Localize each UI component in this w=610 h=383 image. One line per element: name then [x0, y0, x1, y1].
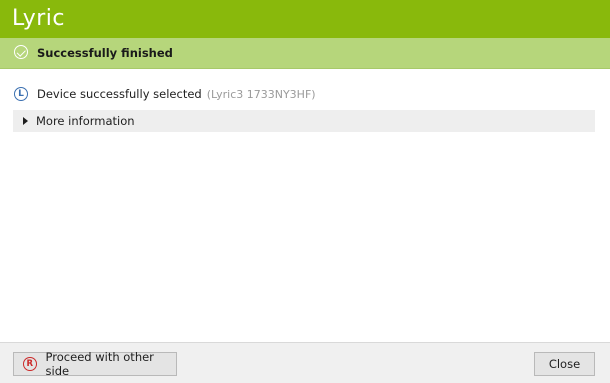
footer-bar: R Proceed with other side Close	[0, 342, 610, 383]
device-status-row: L Device successfully selected (Lyric3 1…	[14, 85, 316, 103]
check-circle-icon	[14, 45, 28, 59]
status-bar: Successfully finished	[0, 38, 610, 69]
close-button[interactable]: Close	[534, 352, 595, 376]
left-device-icon: L	[14, 87, 28, 101]
right-device-icon: R	[23, 357, 37, 371]
device-status-label: Device successfully selected	[37, 87, 202, 101]
expand-arrow-icon[interactable]	[23, 117, 28, 125]
proceed-button-label: Proceed with other side	[45, 350, 154, 378]
more-information-label[interactable]: More information	[36, 114, 135, 128]
device-serial: (Lyric3 1733NY3HF)	[206, 87, 316, 101]
proceed-with-other-side-button[interactable]: R Proceed with other side	[13, 350, 177, 378]
status-text: Successfully finished	[37, 46, 173, 60]
more-information-expander[interactable]: More information	[13, 110, 595, 132]
app-header: Lyric	[0, 0, 610, 38]
lyric-logo: Lyric	[12, 6, 66, 31]
